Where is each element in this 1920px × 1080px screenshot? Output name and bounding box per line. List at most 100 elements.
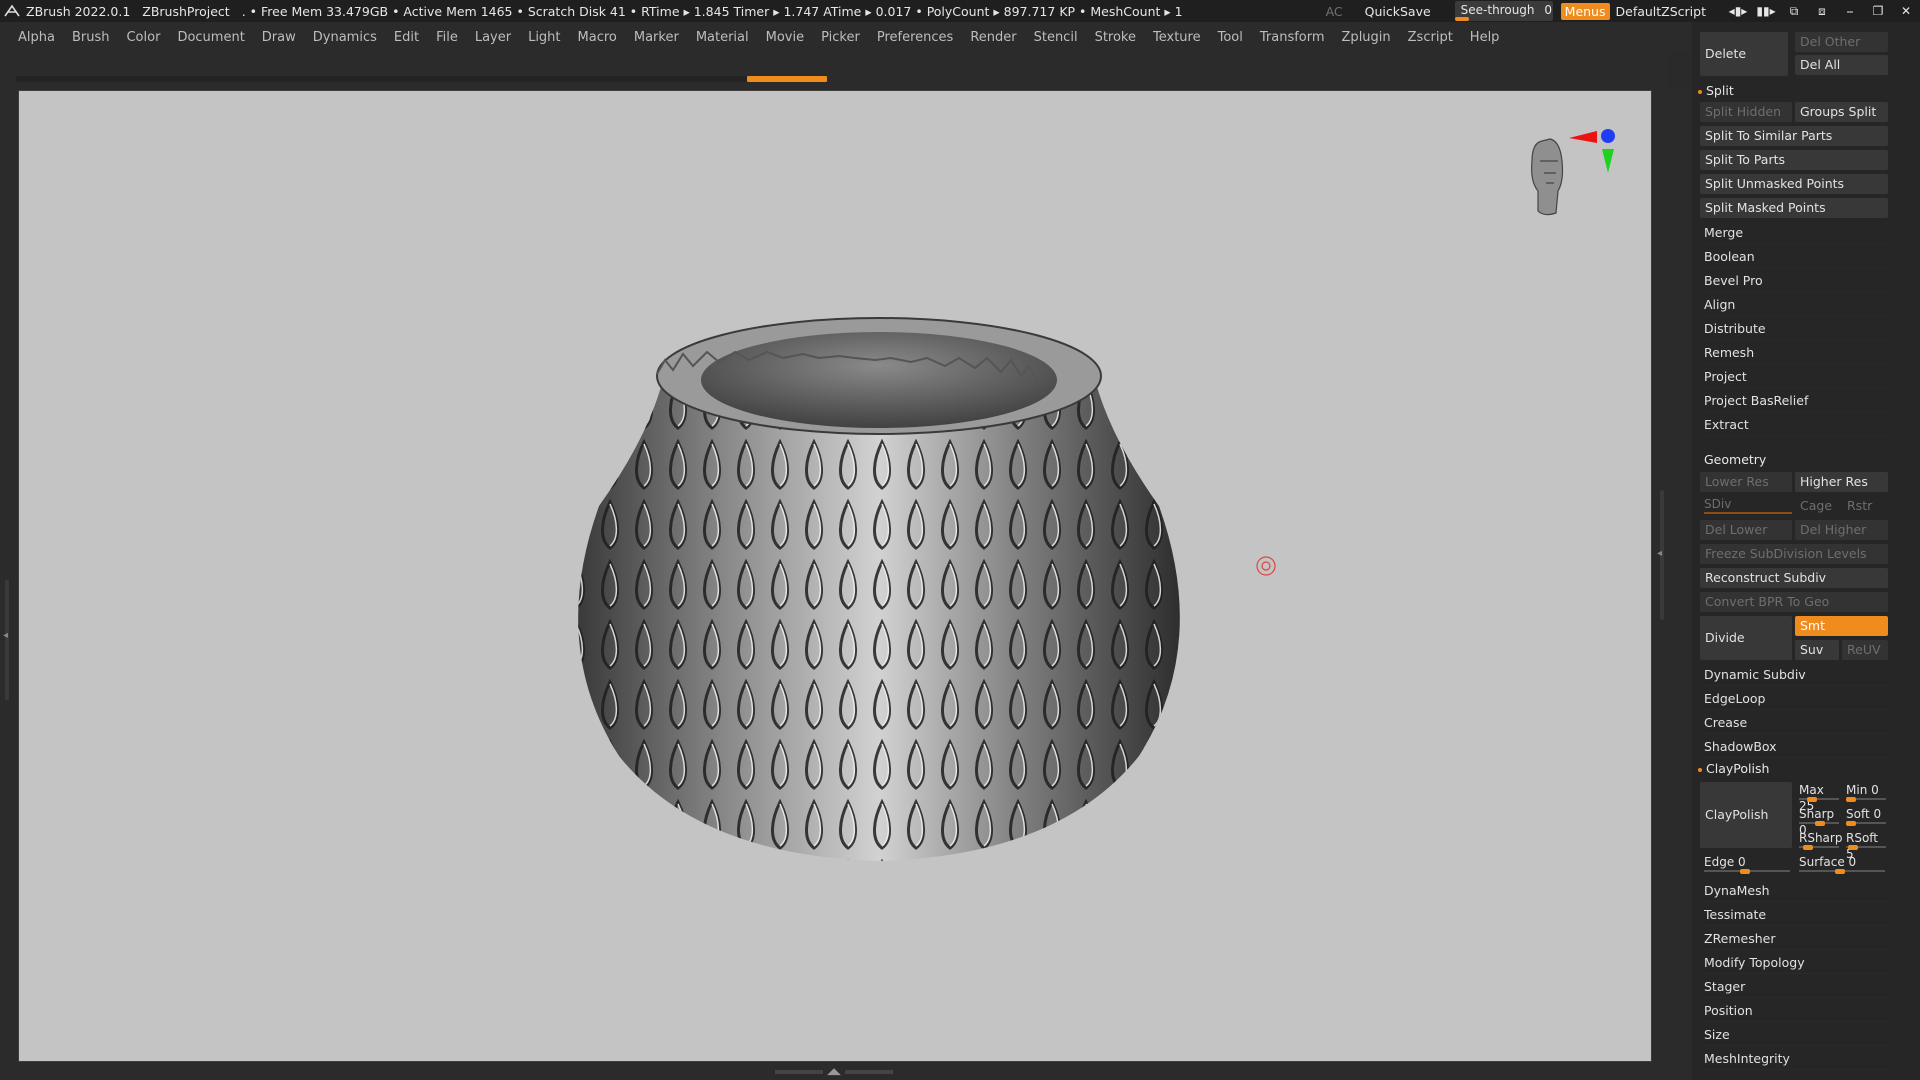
menu-stencil[interactable]: Stencil	[1034, 30, 1078, 45]
layout-icon[interactable]: ⧉	[1780, 4, 1808, 19]
menu-color[interactable]: Color	[126, 30, 160, 45]
menu-picker[interactable]: Picker	[821, 30, 860, 45]
delete-button[interactable]: Delete	[1700, 32, 1788, 76]
menu-marker[interactable]: Marker	[634, 30, 679, 45]
divide-button[interactable]: Divide	[1700, 616, 1792, 660]
groups-split-button[interactable]: Groups Split	[1795, 102, 1888, 122]
position-item[interactable]: Position	[1700, 1000, 1892, 1022]
menu-zplugin[interactable]: Zplugin	[1342, 30, 1391, 45]
menu-alpha[interactable]: Alpha	[18, 30, 55, 45]
bottom-tray-arrow-icon[interactable]: ◢◣	[827, 1067, 841, 1077]
meshintegrity-item[interactable]: MeshIntegrity	[1700, 1048, 1892, 1070]
lower-res-button[interactable]: Lower Res	[1700, 472, 1792, 492]
menu-edit[interactable]: Edit	[394, 30, 419, 45]
dynamesh-item[interactable]: DynaMesh	[1700, 880, 1892, 902]
crease-item[interactable]: Crease	[1700, 712, 1892, 734]
del-other-button[interactable]: Del Other	[1795, 32, 1888, 52]
see-through-slider[interactable]: See-through 0	[1454, 1, 1553, 21]
menu-document[interactable]: Document	[177, 30, 244, 45]
dynamic-subdiv-item[interactable]: Dynamic Subdiv	[1700, 664, 1892, 686]
cage-button[interactable]: Cage	[1795, 496, 1839, 516]
shadowbox-item[interactable]: ShadowBox	[1700, 736, 1892, 758]
sharp-slider[interactable]: Sharp 0	[1795, 806, 1841, 837]
bevel-pro-item[interactable]: Bevel Pro	[1700, 270, 1892, 292]
extract-item[interactable]: Extract	[1700, 414, 1892, 436]
menu-light[interactable]: Light	[528, 30, 560, 45]
align-item[interactable]: Align	[1700, 294, 1892, 316]
menu-draw[interactable]: Draw	[262, 30, 296, 45]
zremesher-item[interactable]: ZRemesher	[1700, 928, 1892, 950]
project-basrelief-item[interactable]: Project BasRelief	[1700, 390, 1892, 412]
merge-item[interactable]: Merge	[1700, 222, 1892, 244]
see-through-knob[interactable]	[1454, 17, 1469, 21]
document-canvas[interactable]	[18, 90, 1652, 1062]
menu-stroke[interactable]: Stroke	[1095, 30, 1136, 45]
expand-ui-icon[interactable]: ▮▮▸	[1752, 4, 1780, 18]
navigation-gizmo[interactable]	[1514, 121, 1634, 241]
modify-topology-item[interactable]: Modify Topology	[1700, 952, 1892, 974]
distribute-item[interactable]: Distribute	[1700, 318, 1892, 340]
menu-layer[interactable]: Layer	[475, 30, 511, 45]
max-slider[interactable]: Max 25	[1795, 782, 1841, 813]
menus-toggle[interactable]: Menus	[1560, 2, 1610, 20]
geometry-section-title[interactable]: Geometry	[1704, 452, 1766, 467]
menu-preferences[interactable]: Preferences	[877, 30, 953, 45]
split-parts-button[interactable]: Split To Parts	[1700, 150, 1888, 170]
stager-item[interactable]: Stager	[1700, 976, 1892, 998]
claypolish-section[interactable]: ClayPolish	[1698, 761, 1769, 776]
palette-icon[interactable]: ⧈	[1808, 4, 1836, 19]
sdiv-slider[interactable]: SDiv	[1700, 496, 1792, 516]
surface-slider[interactable]: Surface 0	[1795, 854, 1888, 874]
rsoft-knob[interactable]	[1848, 845, 1858, 850]
menu-brush[interactable]: Brush	[72, 30, 110, 45]
higher-res-button[interactable]: Higher Res	[1795, 472, 1888, 492]
split-hidden-button[interactable]: Split Hidden	[1700, 102, 1792, 122]
suv-toggle[interactable]: Suv	[1795, 640, 1839, 660]
vase-model[interactable]	[559, 316, 1199, 916]
minimize-icon[interactable]: ⎯	[1836, 4, 1864, 19]
edgeloop-item[interactable]: EdgeLoop	[1700, 688, 1892, 710]
max-knob[interactable]	[1807, 797, 1817, 802]
menu-movie[interactable]: Movie	[766, 30, 804, 45]
split-section[interactable]: Split	[1698, 83, 1734, 98]
default-zscript-button[interactable]: DefaultZScript	[1616, 4, 1707, 19]
bottom-tray-handle[interactable]: ◢◣	[770, 1067, 898, 1077]
smt-toggle[interactable]: Smt	[1795, 616, 1888, 636]
menu-material[interactable]: Material	[696, 30, 749, 45]
menu-dynamics[interactable]: Dynamics	[313, 30, 377, 45]
quicksave-button[interactable]: QuickSave	[1365, 4, 1431, 19]
menu-transform[interactable]: Transform	[1260, 30, 1325, 45]
soft-slider[interactable]: Soft 0	[1842, 806, 1888, 826]
rstr-button[interactable]: Rstr	[1842, 496, 1886, 516]
menu-file[interactable]: File	[436, 30, 458, 45]
project-item[interactable]: Project	[1700, 366, 1892, 388]
freeze-subdiv-button[interactable]: Freeze SubDivision Levels	[1700, 544, 1888, 564]
menu-macro[interactable]: Macro	[578, 30, 617, 45]
rsharp-knob[interactable]	[1803, 845, 1813, 850]
edge-slider[interactable]: Edge 0	[1700, 854, 1792, 874]
menu-texture[interactable]: Texture	[1153, 30, 1201, 45]
soft-knob[interactable]	[1846, 821, 1856, 826]
min-knob[interactable]	[1846, 797, 1856, 802]
shrink-ui-icon[interactable]: ◂▮▸	[1724, 4, 1752, 18]
menu-help[interactable]: Help	[1470, 30, 1500, 45]
claypolish-button[interactable]: ClayPolish	[1700, 782, 1792, 848]
restore-icon[interactable]: ❐	[1864, 4, 1892, 18]
ac-button[interactable]: AC	[1326, 4, 1343, 19]
boolean-item[interactable]: Boolean	[1700, 246, 1892, 268]
sharp-knob[interactable]	[1815, 821, 1825, 826]
remesh-item[interactable]: Remesh	[1700, 342, 1892, 364]
edge-knob[interactable]	[1740, 869, 1750, 874]
close-icon[interactable]: ✕	[1892, 4, 1920, 18]
right-tray-arrow-icon[interactable]: ◂	[1657, 548, 1662, 559]
rsharp-slider[interactable]: RSharp	[1795, 830, 1842, 850]
del-higher-button[interactable]: Del Higher	[1795, 520, 1888, 540]
split-similar-button[interactable]: Split To Similar Parts	[1700, 126, 1888, 146]
reconstruct-subdiv-button[interactable]: Reconstruct Subdiv	[1700, 568, 1888, 588]
del-all-button[interactable]: Del All	[1795, 55, 1888, 75]
left-tray-arrow-icon[interactable]: ◂	[3, 630, 8, 641]
surface-knob[interactable]	[1835, 869, 1845, 874]
reuv-toggle[interactable]: ReUV	[1842, 640, 1888, 660]
min-slider[interactable]: Min 0	[1842, 782, 1888, 802]
del-lower-button[interactable]: Del Lower	[1700, 520, 1792, 540]
